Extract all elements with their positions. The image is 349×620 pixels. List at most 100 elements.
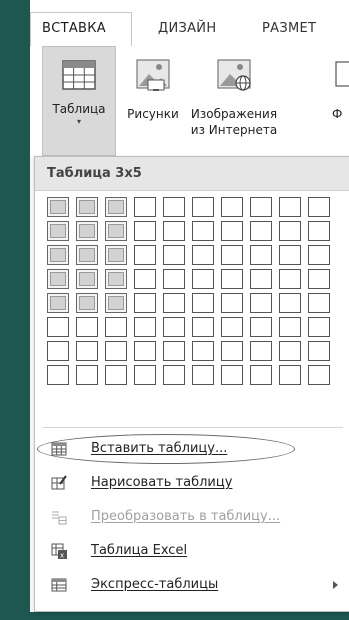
grid-cell[interactable] xyxy=(308,197,330,217)
grid-cell[interactable] xyxy=(76,269,98,289)
grid-cell[interactable] xyxy=(134,317,156,337)
grid-cell[interactable] xyxy=(76,341,98,361)
grid-cell[interactable] xyxy=(47,341,69,361)
grid-cell[interactable] xyxy=(134,365,156,385)
grid-cell[interactable] xyxy=(134,293,156,313)
ribbon-insert-group: Таблица ▾ Рисунки Изображения из Интерне… xyxy=(30,46,349,156)
grid-cell[interactable] xyxy=(163,245,185,265)
grid-cell[interactable] xyxy=(134,221,156,241)
menu-draw-table[interactable]: Нарисовать таблицу xyxy=(35,467,349,499)
grid-cell[interactable] xyxy=(192,197,214,217)
grid-cell[interactable] xyxy=(221,293,243,313)
grid-cell[interactable] xyxy=(221,221,243,241)
grid-cell[interactable] xyxy=(47,293,69,313)
grid-cell[interactable] xyxy=(221,317,243,337)
grid-cell[interactable] xyxy=(76,317,98,337)
menu-quick-tables[interactable]: Экспресс-таблицы xyxy=(35,569,349,601)
menu-insert-table[interactable]: Вставить таблицу... xyxy=(35,433,349,465)
grid-cell[interactable] xyxy=(105,293,127,313)
grid-cell[interactable] xyxy=(308,221,330,241)
grid-cell[interactable] xyxy=(47,365,69,385)
grid-cell[interactable] xyxy=(105,245,127,265)
grid-cell[interactable] xyxy=(105,365,127,385)
tab-design[interactable]: ДИЗАЙН xyxy=(158,21,216,36)
grid-cell[interactable] xyxy=(221,197,243,217)
submenu-arrow-icon xyxy=(333,581,338,589)
grid-cell[interactable] xyxy=(308,269,330,289)
grid-cell[interactable] xyxy=(105,341,127,361)
grid-cell[interactable] xyxy=(47,197,69,217)
menu-excel-table[interactable]: x Таблица Excel xyxy=(35,535,349,567)
grid-cell[interactable] xyxy=(221,269,243,289)
grid-cell[interactable] xyxy=(163,293,185,313)
grid-cell[interactable] xyxy=(192,245,214,265)
online-picture-icon xyxy=(217,59,251,91)
grid-cell[interactable] xyxy=(221,365,243,385)
grid-cell[interactable] xyxy=(250,293,272,313)
grid-cell[interactable] xyxy=(47,245,69,265)
grid-cell[interactable] xyxy=(192,269,214,289)
grid-cell[interactable] xyxy=(279,365,301,385)
grid-cell[interactable] xyxy=(250,245,272,265)
grid-cell[interactable] xyxy=(192,365,214,385)
grid-cell[interactable] xyxy=(308,365,330,385)
grid-cell[interactable] xyxy=(76,221,98,241)
grid-cell[interactable] xyxy=(163,197,185,217)
table-button[interactable]: Таблица ▾ xyxy=(42,46,116,156)
grid-cell[interactable] xyxy=(76,293,98,313)
tab-layout[interactable]: РАЗМЕТ xyxy=(262,21,316,36)
grid-cell[interactable] xyxy=(250,269,272,289)
grid-cell[interactable] xyxy=(105,221,127,241)
grid-cell[interactable] xyxy=(279,245,301,265)
grid-cell[interactable] xyxy=(134,245,156,265)
pictures-button[interactable]: Рисунки xyxy=(120,46,186,122)
grid-cell[interactable] xyxy=(47,317,69,337)
grid-cell[interactable] xyxy=(105,197,127,217)
grid-cell[interactable] xyxy=(279,317,301,337)
grid-cell[interactable] xyxy=(308,317,330,337)
grid-cell[interactable] xyxy=(279,293,301,313)
grid-cell[interactable] xyxy=(134,197,156,217)
grid-cell[interactable] xyxy=(279,269,301,289)
grid-cell[interactable] xyxy=(76,197,98,217)
grid-cell[interactable] xyxy=(163,269,185,289)
grid-cell[interactable] xyxy=(192,317,214,337)
grid-cell[interactable] xyxy=(76,245,98,265)
grid-cell[interactable] xyxy=(279,221,301,241)
tab-insert[interactable]: ВСТАВКА xyxy=(42,21,106,36)
insert-table-icon xyxy=(51,442,67,456)
menu-quick-tables-label: Экспресс-таблицы xyxy=(91,577,219,592)
grid-cell[interactable] xyxy=(308,341,330,361)
grid-cell[interactable] xyxy=(134,341,156,361)
picture-icon xyxy=(136,59,170,91)
grid-cell[interactable] xyxy=(163,221,185,241)
grid-cell[interactable] xyxy=(105,269,127,289)
menu-separator xyxy=(43,427,343,428)
grid-cell[interactable] xyxy=(192,341,214,361)
grid-cell[interactable] xyxy=(105,317,127,337)
online-pictures-button[interactable]: Изображения из Интернета xyxy=(186,46,282,138)
online-pictures-label-1: Изображения xyxy=(190,107,278,121)
grid-cell[interactable] xyxy=(250,341,272,361)
grid-cell[interactable] xyxy=(47,221,69,241)
grid-cell[interactable] xyxy=(221,341,243,361)
shapes-button-label: Ф xyxy=(332,107,343,121)
grid-cell[interactable] xyxy=(163,317,185,337)
grid-cell[interactable] xyxy=(221,245,243,265)
grid-cell[interactable] xyxy=(308,293,330,313)
grid-cell[interactable] xyxy=(279,197,301,217)
grid-cell[interactable] xyxy=(192,221,214,241)
grid-cell[interactable] xyxy=(250,221,272,241)
grid-cell[interactable] xyxy=(192,293,214,313)
grid-cell[interactable] xyxy=(134,269,156,289)
grid-cell[interactable] xyxy=(76,365,98,385)
grid-cell[interactable] xyxy=(308,245,330,265)
grid-cell[interactable] xyxy=(163,365,185,385)
grid-cell[interactable] xyxy=(163,341,185,361)
grid-cell[interactable] xyxy=(279,341,301,361)
grid-cell[interactable] xyxy=(250,317,272,337)
grid-cell[interactable] xyxy=(47,269,69,289)
grid-cell[interactable] xyxy=(250,365,272,385)
shapes-button[interactable]: Ф xyxy=(332,46,349,122)
grid-cell[interactable] xyxy=(250,197,272,217)
